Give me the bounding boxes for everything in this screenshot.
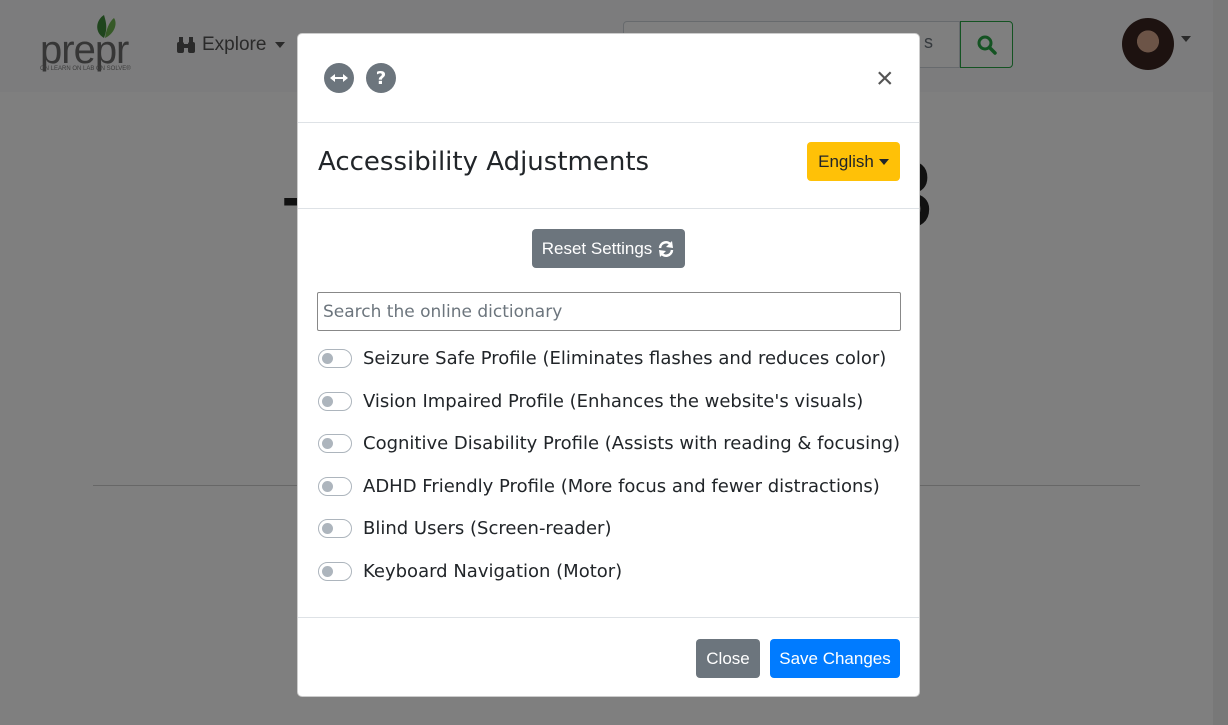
question-icon[interactable]: ?	[366, 63, 396, 93]
profile-label: Keyboard Navigation (Motor)	[363, 560, 623, 582]
refresh-icon	[659, 240, 674, 257]
profile-label: Blind Users (Screen-reader)	[363, 517, 612, 539]
language-dropdown[interactable]: English	[807, 142, 900, 181]
modal-toolbar: ? ×	[298, 34, 919, 123]
profile-toggle-vision-impaired[interactable]: Vision Impaired Profile (Enhances the we…	[318, 388, 863, 414]
toggle-switch[interactable]	[318, 476, 352, 496]
modal-footer: Close Save Changes	[298, 617, 919, 696]
chevron-down-icon	[878, 158, 889, 165]
toggle-switch[interactable]	[318, 561, 352, 581]
modal-title: Accessibility Adjustments	[318, 147, 650, 177]
toggle-switch[interactable]	[318, 348, 352, 368]
close-icon[interactable]: ×	[876, 64, 894, 94]
profile-label: Cognitive Disability Profile (Assists wi…	[363, 432, 901, 454]
reset-settings-label: Reset Settings	[541, 238, 653, 258]
close-button[interactable]: Close	[696, 639, 760, 678]
accessibility-modal: ? × Accessibility Adjustments English Re…	[297, 33, 920, 697]
profile-toggle-blind-users[interactable]: Blind Users (Screen-reader)	[318, 515, 611, 541]
profile-toggle-adhd-friendly[interactable]: ADHD Friendly Profile (More focus and fe…	[318, 473, 880, 499]
toggle-switch[interactable]	[318, 391, 352, 411]
profile-label: Seizure Safe Profile (Eliminates flashes…	[363, 347, 887, 369]
profile-toggle-cognitive-disability[interactable]: Cognitive Disability Profile (Assists wi…	[318, 430, 900, 456]
arrows-horizontal-glyph	[330, 74, 348, 82]
arrows-horizontal-icon[interactable]	[324, 63, 354, 93]
toggle-switch[interactable]	[318, 518, 352, 538]
dictionary-search-input[interactable]	[317, 292, 901, 331]
reset-settings-button[interactable]: Reset Settings	[532, 229, 685, 268]
save-changes-button[interactable]: Save Changes	[770, 639, 900, 678]
profile-toggle-seizure-safe[interactable]: Seizure Safe Profile (Eliminates flashes…	[318, 345, 886, 371]
profile-label: ADHD Friendly Profile (More focus and fe…	[363, 475, 880, 497]
toggle-switch[interactable]	[318, 433, 352, 453]
profile-label: Vision Impaired Profile (Enhances the we…	[363, 390, 864, 412]
language-label: English	[818, 151, 874, 171]
modal-header: Accessibility Adjustments English	[298, 122, 919, 209]
profile-toggle-keyboard-navigation[interactable]: Keyboard Navigation (Motor)	[318, 558, 622, 584]
